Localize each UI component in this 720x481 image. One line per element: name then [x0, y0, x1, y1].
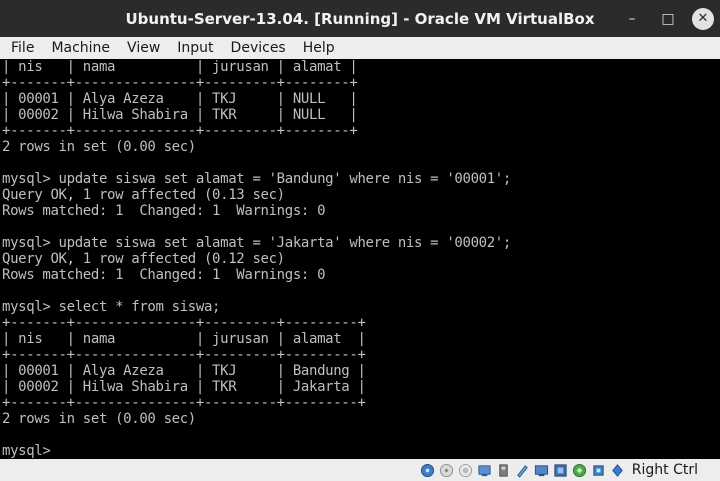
console-line: | 00001 | Alya Azeza | TKJ | Bandung |	[2, 363, 366, 379]
maximize-button[interactable]: □	[656, 7, 680, 31]
console-prompt[interactable]: mysql>	[2, 443, 720, 459]
console-line: +-------+---------------+---------+-----…	[2, 395, 366, 411]
optical-drive-icon[interactable]	[438, 462, 455, 479]
window-title: Ubuntu-Server-13.04. [Running] - Oracle …	[125, 9, 595, 28]
console-line: | 00002 | Hilwa Shabira | TKR | NULL |	[2, 107, 358, 123]
console-line: +-------+---------------+---------+-----…	[2, 315, 366, 331]
audio-icon[interactable]	[457, 462, 474, 479]
menu-file[interactable]: File	[0, 40, 40, 56]
vm-console[interactable]: | nis | nama | jurusan | alamat | +-----…	[0, 59, 720, 459]
display-icon[interactable]	[533, 462, 550, 479]
console-line: Query OK, 1 row affected (0.13 sec)	[2, 187, 285, 203]
close-button[interactable]: ✕	[692, 7, 714, 30]
console-line: | nis | nama | jurusan | alamat |	[2, 59, 358, 75]
console-line: mysql> select * from siswa;	[2, 299, 221, 315]
shared-folders-icon[interactable]	[514, 462, 531, 479]
menu-view[interactable]: View	[116, 40, 166, 56]
console-line: | nis | nama | jurusan | alamat |	[2, 331, 366, 347]
usb-icon[interactable]	[495, 462, 512, 479]
console-line: mysql> update siswa set alamat = 'Jakart…	[2, 235, 511, 251]
menu-devices[interactable]: Devices	[220, 40, 292, 56]
menu-input[interactable]: Input	[166, 40, 219, 56]
menu-bar: File Machine View Input Devices Help	[0, 37, 720, 59]
console-line: | 00002 | Hilwa Shabira | TKR | Jakarta …	[2, 379, 366, 395]
host-key-label[interactable]: Right Ctrl	[632, 462, 698, 478]
menu-machine[interactable]: Machine	[40, 40, 116, 56]
console-line: mysql> update siswa set alamat = 'Bandun…	[2, 171, 511, 187]
cpu-icon[interactable]	[590, 462, 607, 479]
network-icon[interactable]	[476, 462, 493, 479]
menu-help[interactable]: Help	[292, 40, 341, 56]
console-line: Rows matched: 1 Changed: 1 Warnings: 0	[2, 267, 326, 283]
hard-disk-icon[interactable]	[419, 462, 436, 479]
video-capture-icon[interactable]	[552, 462, 569, 479]
console-line: Rows matched: 1 Changed: 1 Warnings: 0	[2, 203, 326, 219]
mouse-integration-icon[interactable]	[571, 462, 588, 479]
console-line: | 00001 | Alya Azeza | TKJ | NULL |	[2, 91, 358, 107]
window-titlebar[interactable]: Ubuntu-Server-13.04. [Running] - Oracle …	[0, 0, 720, 37]
console-line: Query OK, 1 row affected (0.12 sec)	[2, 251, 285, 267]
window-controls: – □ ✕	[620, 0, 720, 37]
console-line: +-------+---------------+---------+-----…	[2, 75, 358, 91]
status-bar: Right Ctrl	[0, 459, 720, 481]
minimize-button[interactable]: –	[620, 7, 644, 31]
console-line: +-------+---------------+---------+-----…	[2, 123, 358, 139]
keyboard-capture-icon[interactable]	[609, 462, 626, 479]
console-line: +-------+---------------+---------+-----…	[2, 347, 366, 363]
console-line: 2 rows in set (0.00 sec)	[2, 139, 196, 155]
console-line: 2 rows in set (0.00 sec)	[2, 411, 196, 427]
